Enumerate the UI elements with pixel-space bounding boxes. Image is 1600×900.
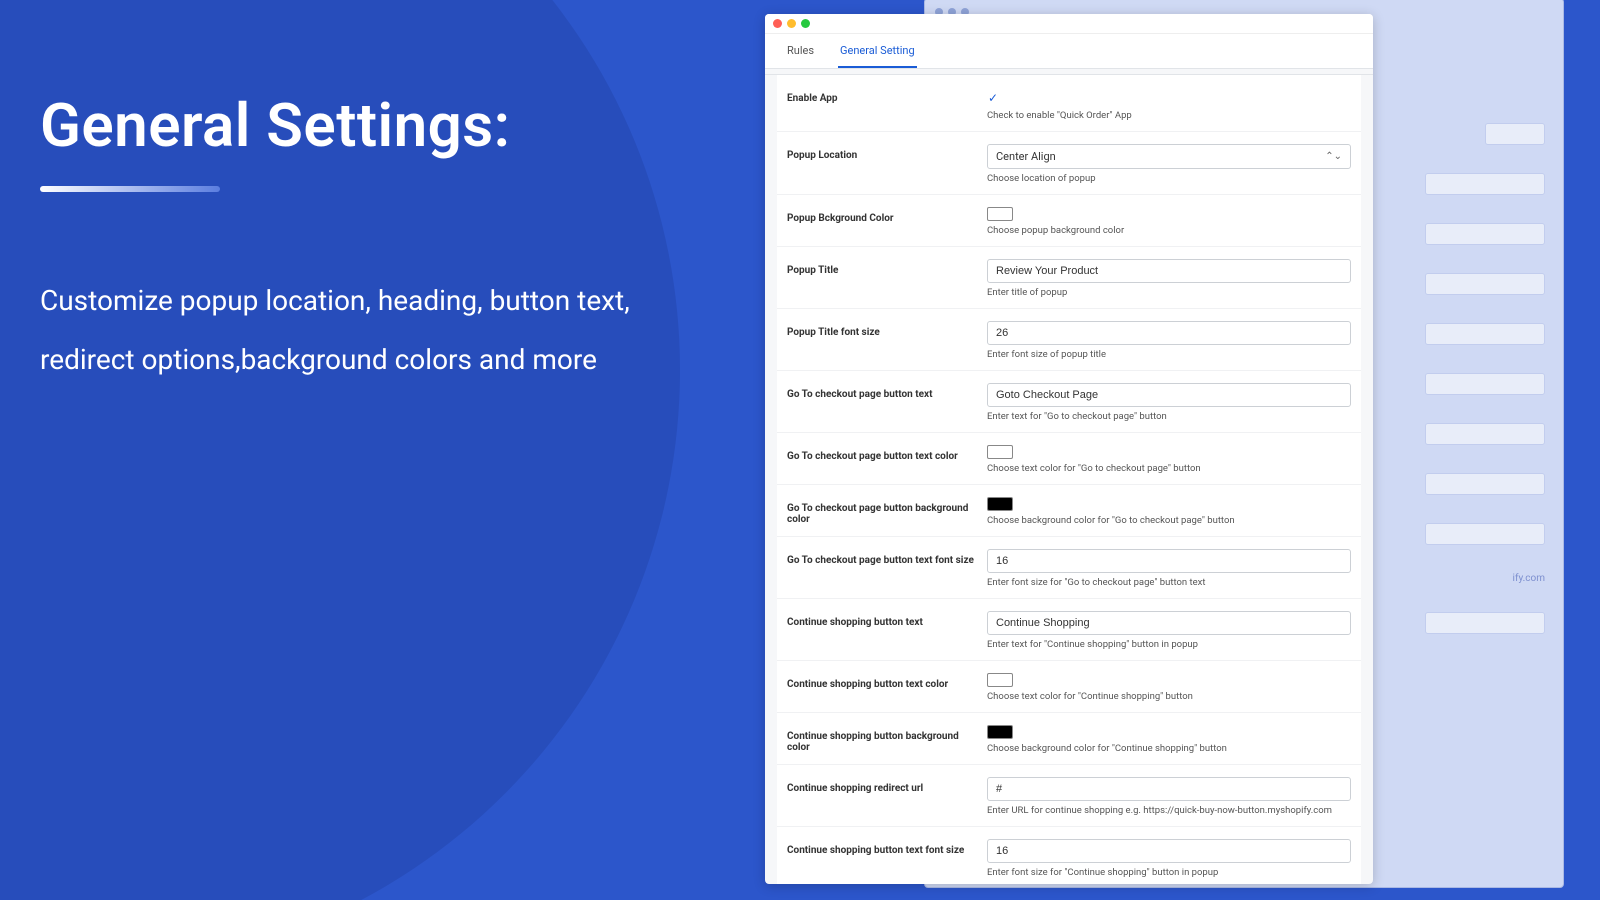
tab-general-setting[interactable]: General Setting bbox=[838, 34, 917, 68]
app-window: Rules General Setting Enable App ✓ Check… bbox=[765, 14, 1373, 884]
hint-goto-bg-color: Choose background color for "Go to check… bbox=[987, 515, 1351, 526]
label-popup-title: Popup Title bbox=[787, 259, 987, 276]
hint-cont-text: Enter text for "Continue shopping" butto… bbox=[987, 639, 1351, 650]
popup-title-input[interactable] bbox=[987, 259, 1351, 283]
tab-rules[interactable]: Rules bbox=[785, 34, 816, 68]
label-popup-title-size: Popup Title font size bbox=[787, 321, 987, 338]
cont-redirect-input[interactable] bbox=[987, 777, 1351, 801]
chevron-updown-icon: ⌃⌄ bbox=[1325, 151, 1342, 162]
goto-text-color-swatch[interactable] bbox=[987, 445, 1013, 459]
hint-enable-app: Check to enable "Quick Order" App bbox=[987, 110, 1351, 121]
label-cont-font-size: Continue shopping button text font size bbox=[787, 839, 987, 856]
popup-location-select[interactable]: Center Align ⌃⌄ bbox=[987, 144, 1351, 169]
goto-text-input[interactable] bbox=[987, 383, 1351, 407]
window-minimize-icon[interactable] bbox=[787, 19, 796, 28]
hint-goto-text-color: Choose text color for "Go to checkout pa… bbox=[987, 463, 1351, 474]
label-cont-text-color: Continue shopping button text color bbox=[787, 673, 987, 690]
hint-cont-text-color: Choose text color for "Continue shopping… bbox=[987, 691, 1351, 702]
label-enable-app: Enable App bbox=[787, 87, 987, 104]
hint-cont-font-size: Enter font size for "Continue shopping" … bbox=[987, 867, 1351, 878]
hint-cont-redirect: Enter URL for continue shopping e.g. htt… bbox=[987, 805, 1351, 816]
popup-location-value: Center Align bbox=[996, 150, 1056, 163]
hint-popup-location: Choose location of popup bbox=[987, 173, 1351, 184]
hint-popup-title-size: Enter font size of popup title bbox=[987, 349, 1351, 360]
label-goto-bg-color: Go To checkout page button background co… bbox=[787, 497, 987, 525]
cont-bg-color-swatch[interactable] bbox=[987, 725, 1013, 739]
hint-cont-bg-color: Choose background color for "Continue sh… bbox=[987, 743, 1351, 754]
hero-description: Customize popup location, heading, butto… bbox=[40, 272, 670, 390]
hint-popup-title: Enter title of popup bbox=[987, 287, 1351, 298]
background-hint-text: ify.com bbox=[1365, 573, 1545, 584]
label-goto-text-color: Go To checkout page button text color bbox=[787, 445, 987, 462]
label-cont-bg-color: Continue shopping button background colo… bbox=[787, 725, 987, 753]
window-close-icon[interactable] bbox=[773, 19, 782, 28]
window-titlebar bbox=[765, 14, 1373, 34]
enable-app-checkbox[interactable]: ✓ bbox=[987, 92, 999, 104]
goto-bg-color-swatch[interactable] bbox=[987, 497, 1013, 511]
hint-goto-text: Enter text for "Go to checkout page" but… bbox=[987, 411, 1351, 422]
label-cont-text: Continue shopping button text bbox=[787, 611, 987, 628]
label-goto-text: Go To checkout page button text bbox=[787, 383, 987, 400]
hero-title: General Settings: bbox=[40, 90, 670, 161]
hint-goto-font-size: Enter font size for "Go to checkout page… bbox=[987, 577, 1351, 588]
label-cont-redirect: Continue shopping redirect url bbox=[787, 777, 987, 794]
label-bg-color: Popup Bckground Color bbox=[787, 207, 987, 224]
window-zoom-icon[interactable] bbox=[801, 19, 810, 28]
hero-underline bbox=[40, 186, 220, 192]
label-popup-location: Popup Location bbox=[787, 144, 987, 161]
hint-bg-color: Choose popup background color bbox=[987, 225, 1351, 236]
cont-text-input[interactable] bbox=[987, 611, 1351, 635]
popup-title-size-input[interactable] bbox=[987, 321, 1351, 345]
goto-font-size-input[interactable] bbox=[987, 549, 1351, 573]
bg-color-swatch[interactable] bbox=[987, 207, 1013, 221]
label-goto-font-size: Go To checkout page button text font siz… bbox=[787, 549, 987, 566]
cont-text-color-swatch[interactable] bbox=[987, 673, 1013, 687]
cont-font-size-input[interactable] bbox=[987, 839, 1351, 863]
